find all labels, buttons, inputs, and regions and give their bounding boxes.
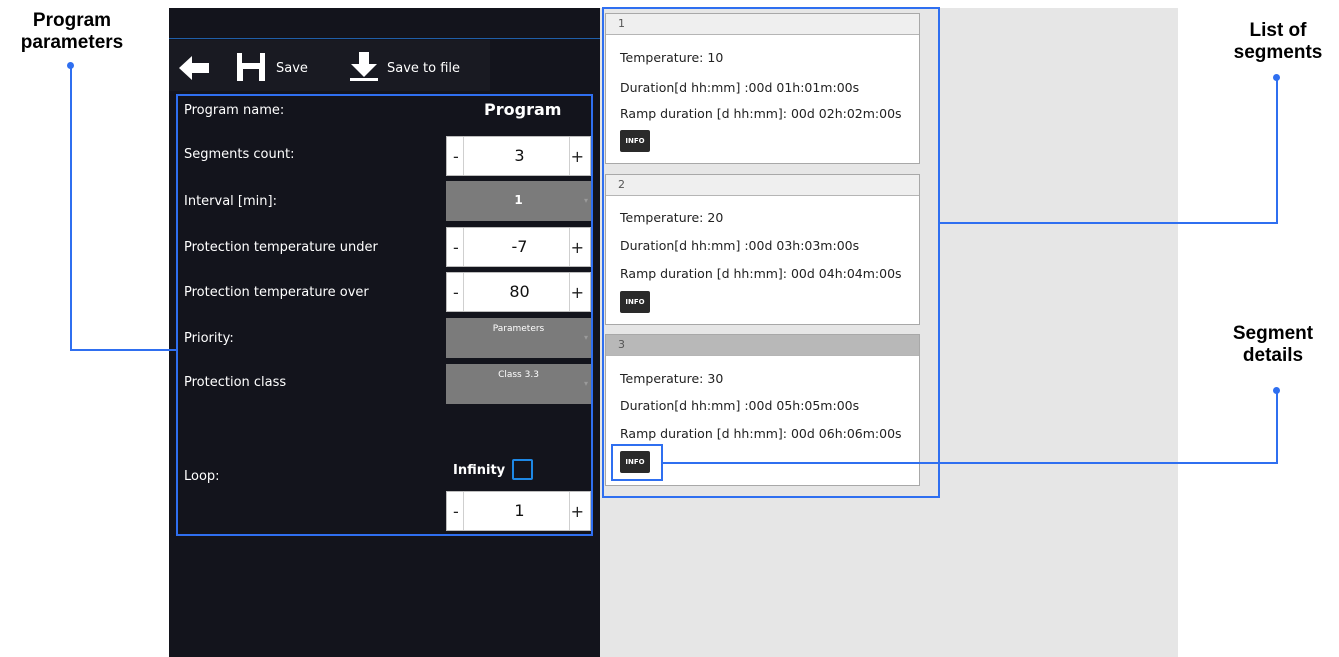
- program-parameters-highlight: [176, 94, 593, 536]
- annotation-line-2: segments: [1233, 42, 1323, 63]
- annotation-line-2: parameters: [20, 32, 124, 53]
- annotation-program-parameters: Program parameters: [0, 10, 144, 54]
- download-icon: [350, 52, 378, 81]
- connector-line: [663, 462, 1278, 464]
- connector-line: [70, 349, 176, 351]
- annotation-line-1: Program: [32, 10, 112, 31]
- save-to-file-label: Save to file: [387, 61, 461, 76]
- annotation-line-2: details: [1242, 345, 1304, 366]
- annotation-segment-details: Segment details: [1208, 323, 1338, 367]
- segments-list-highlight: [602, 7, 940, 498]
- annotation-line-1: List of: [1249, 20, 1307, 41]
- segment-details-highlight: [611, 444, 663, 481]
- panel-top-divider: [169, 38, 600, 39]
- connector-line: [1276, 391, 1278, 464]
- save-button[interactable]: Save: [234, 48, 320, 86]
- save-to-file-button[interactable]: Save to file: [348, 48, 478, 86]
- back-arrow-icon[interactable]: [179, 56, 211, 80]
- connector-line: [70, 66, 72, 350]
- annotation-list-of-segments: List of segments: [1218, 20, 1338, 64]
- floppy-disk-icon: [237, 53, 265, 81]
- save-label: Save: [276, 61, 308, 76]
- connector-line: [1276, 78, 1278, 223]
- connector-line: [940, 222, 1278, 224]
- annotation-line-1: Segment: [1232, 323, 1314, 344]
